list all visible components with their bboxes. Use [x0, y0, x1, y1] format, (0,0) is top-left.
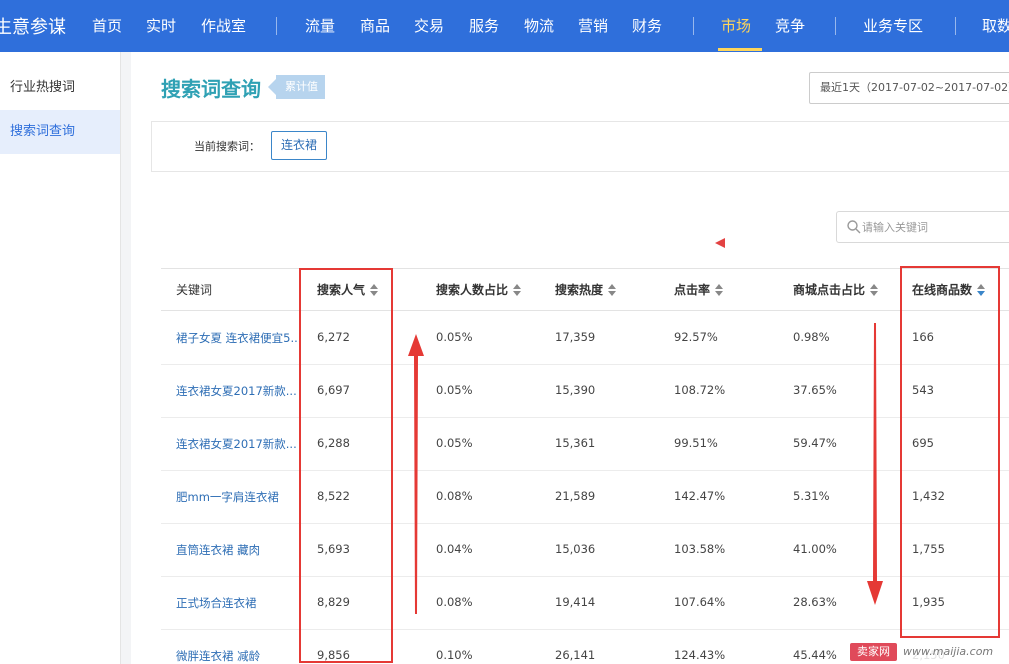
sort-icon[interactable] — [715, 283, 724, 296]
cell-search-heat: 21,589 — [555, 489, 596, 503]
nav-compete[interactable]: 竞争 — [775, 15, 805, 36]
nav-marketing[interactable]: 营销 — [578, 15, 608, 36]
cell-searcher-share: 0.05% — [436, 436, 473, 450]
cell-searcher-share: 0.04% — [436, 542, 473, 556]
cell-searcher-share: 0.08% — [436, 595, 473, 609]
nav-goods[interactable]: 商品 — [360, 15, 390, 36]
sort-icon[interactable] — [513, 283, 522, 296]
cell-mall-click-share: 5.31% — [793, 489, 830, 503]
sort-icon[interactable] — [608, 283, 617, 296]
cell-mall-click-share: 28.63% — [793, 595, 837, 609]
brand-logo[interactable]: 生意参谋 — [0, 13, 66, 39]
sort-icon[interactable] — [870, 283, 879, 296]
nav-business-zone[interactable]: 业务专区 — [863, 15, 923, 36]
cell-keyword[interactable]: 裙子女夏 连衣裙便宜5... — [176, 330, 300, 346]
current-keyword-chip[interactable]: 连衣裙 — [271, 131, 327, 160]
table-header-border — [161, 310, 1009, 311]
nav-home[interactable]: 首页 — [92, 15, 122, 36]
cumulative-badge: 累计值 — [268, 75, 325, 99]
watermark-logo: 卖家网 — [850, 643, 897, 661]
nav-war-room[interactable]: 作战室 — [201, 15, 246, 36]
sidebar-item-word-query[interactable]: 搜索词查询 — [0, 110, 120, 154]
nav-market[interactable]: 市场 — [721, 15, 751, 36]
cell-keyword[interactable]: 连衣裙女夏2017新款... — [176, 436, 300, 452]
nav-divider — [276, 17, 277, 35]
nav-data-fetch[interactable]: 取数 — [982, 15, 1009, 36]
cell-search-heat: 15,390 — [555, 383, 596, 397]
cell-ctr: 108.72% — [674, 383, 726, 397]
cell-search-heat: 15,361 — [555, 436, 596, 450]
cell-searcher-share: 0.05% — [436, 330, 473, 344]
nav-divider — [835, 17, 836, 35]
cell-mall-click-share: 37.65% — [793, 383, 837, 397]
cell-searcher-share: 0.10% — [436, 648, 473, 662]
cell-ctr: 92.57% — [674, 330, 718, 344]
cell-search-heat: 26,141 — [555, 648, 596, 662]
row-divider — [161, 629, 1009, 630]
watermark-url: www.maijia.com — [903, 645, 994, 658]
cell-search-heat: 15,036 — [555, 542, 596, 556]
cell-keyword[interactable]: 连衣裙女夏2017新款... — [176, 383, 300, 399]
cell-ctr: 107.64% — [674, 595, 726, 609]
highlight-box-search-popularity — [299, 268, 393, 663]
cell-mall-click-share: 59.47% — [793, 436, 837, 450]
current-keyword-label: 当前搜索词： — [194, 140, 260, 153]
column-header-mall-click-share[interactable]: 商城点击占比 — [793, 281, 879, 298]
column-header-searcher-share[interactable]: 搜索人数占比 — [436, 281, 522, 298]
cell-keyword[interactable]: 微胖连衣裙 减龄 — [176, 648, 300, 664]
column-header-ctr[interactable]: 点击率 — [674, 281, 724, 298]
highlight-box-online-goods — [900, 266, 1000, 638]
table-header-border — [161, 268, 1009, 269]
nav-divider — [955, 17, 956, 35]
cell-keyword[interactable]: 直筒连衣裙 藏肉 — [176, 542, 300, 558]
cell-searcher-share: 0.08% — [436, 489, 473, 503]
search-input[interactable] — [862, 219, 1002, 235]
nav-realtime[interactable]: 实时 — [146, 15, 176, 36]
sidebar-item-hot-words[interactable]: 行业热搜词 — [0, 66, 120, 110]
nav-logistics[interactable]: 物流 — [524, 15, 554, 36]
nav-service[interactable]: 服务 — [469, 15, 499, 36]
nav-active-indicator — [718, 48, 762, 51]
nav-trade[interactable]: 交易 — [414, 15, 444, 36]
nav-divider — [693, 17, 694, 35]
cell-keyword[interactable]: 肥mm一字肩连衣裙 — [176, 489, 300, 505]
cell-ctr: 103.58% — [674, 542, 726, 556]
cell-keyword[interactable]: 正式场合连衣裙 — [176, 595, 300, 611]
caret-left-icon — [715, 238, 725, 248]
column-header-keyword: 关键词 — [176, 283, 213, 297]
cell-ctr: 99.51% — [674, 436, 718, 450]
sidebar: 行业热搜词 搜索词查询 — [0, 52, 121, 664]
nav-traffic[interactable]: 流量 — [305, 15, 335, 36]
arrow-up-icon — [408, 334, 424, 614]
cell-search-heat: 17,359 — [555, 330, 596, 344]
date-range-select[interactable]: 最近1天（2017-07-02~2017-07-02） — [809, 72, 1009, 104]
cell-searcher-share: 0.05% — [436, 383, 473, 397]
cell-mall-click-share: 41.00% — [793, 542, 837, 556]
page-title: 搜索词查询 — [161, 77, 261, 101]
nav-finance[interactable]: 财务 — [632, 15, 662, 36]
cell-mall-click-share: 45.44% — [793, 648, 837, 662]
cell-search-heat: 19,414 — [555, 595, 596, 609]
top-nav: 生意参谋 首页 实时 作战室 流量 商品 交易 服务 物流 营销 财务 市场 竞… — [0, 0, 1009, 52]
search-icon[interactable] — [846, 219, 862, 235]
arrow-down-icon — [867, 323, 883, 605]
cell-ctr: 124.43% — [674, 648, 726, 662]
column-header-search-heat[interactable]: 搜索热度 — [555, 281, 617, 298]
cell-ctr: 142.47% — [674, 489, 726, 503]
cell-mall-click-share: 0.98% — [793, 330, 830, 344]
